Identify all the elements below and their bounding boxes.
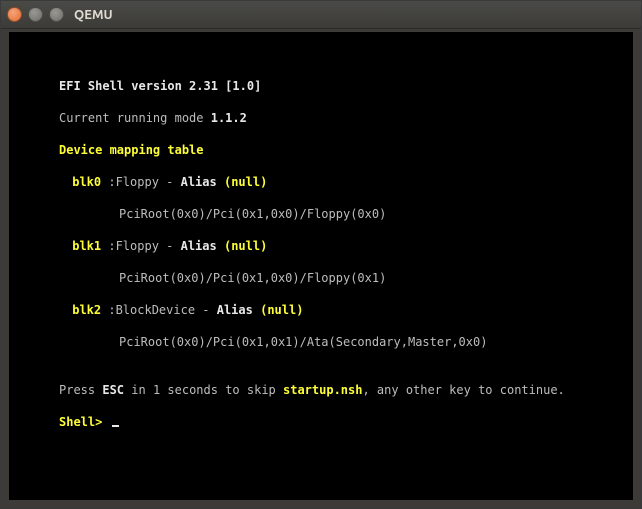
device-path: PciRoot(0x0)/Pci(0x1,0x1)/Ata(Secondary,… bbox=[59, 334, 633, 350]
efi-shell-version: 2.31 [1.0] bbox=[189, 79, 261, 93]
maximize-icon[interactable] bbox=[49, 7, 64, 22]
mode-value: 1.1.2 bbox=[211, 111, 247, 125]
terminal-content[interactable]: EFI Shell version 2.31 [1.0] Current run… bbox=[1, 29, 641, 508]
startup-hint: Press ESC in 1 seconds to skip startup.n… bbox=[59, 382, 633, 398]
device-path: PciRoot(0x0)/Pci(0x1,0x0)/Floppy(0x0) bbox=[59, 206, 633, 222]
window-controls bbox=[7, 7, 64, 22]
efi-shell-line: EFI Shell version 2.31 [1.0] bbox=[59, 78, 633, 94]
mode-label: Current running mode bbox=[59, 111, 211, 125]
window-title: QEMU bbox=[74, 8, 113, 22]
close-icon[interactable] bbox=[7, 7, 22, 22]
titlebar[interactable]: QEMU bbox=[1, 1, 641, 29]
cursor-icon bbox=[112, 425, 119, 427]
running-mode-line: Current running mode 1.1.2 bbox=[59, 110, 633, 126]
device-path: PciRoot(0x0)/Pci(0x1,0x0)/Floppy(0x1) bbox=[59, 270, 633, 286]
shell-prompt-line[interactable]: Shell> bbox=[59, 414, 633, 430]
device-row: blk2 :BlockDevice - Alias (null) bbox=[59, 302, 633, 318]
device-row: blk1 :Floppy - Alias (null) bbox=[59, 238, 633, 254]
efi-shell-label: EFI Shell version bbox=[59, 79, 189, 93]
shell-prompt: Shell> bbox=[59, 415, 110, 429]
minimize-icon[interactable] bbox=[28, 7, 43, 22]
qemu-window: QEMU EFI Shell version 2.31 [1.0] Curren… bbox=[0, 0, 642, 509]
device-row: blk0 :Floppy - Alias (null) bbox=[59, 174, 633, 190]
device-table-header: Device mapping table bbox=[59, 142, 633, 158]
